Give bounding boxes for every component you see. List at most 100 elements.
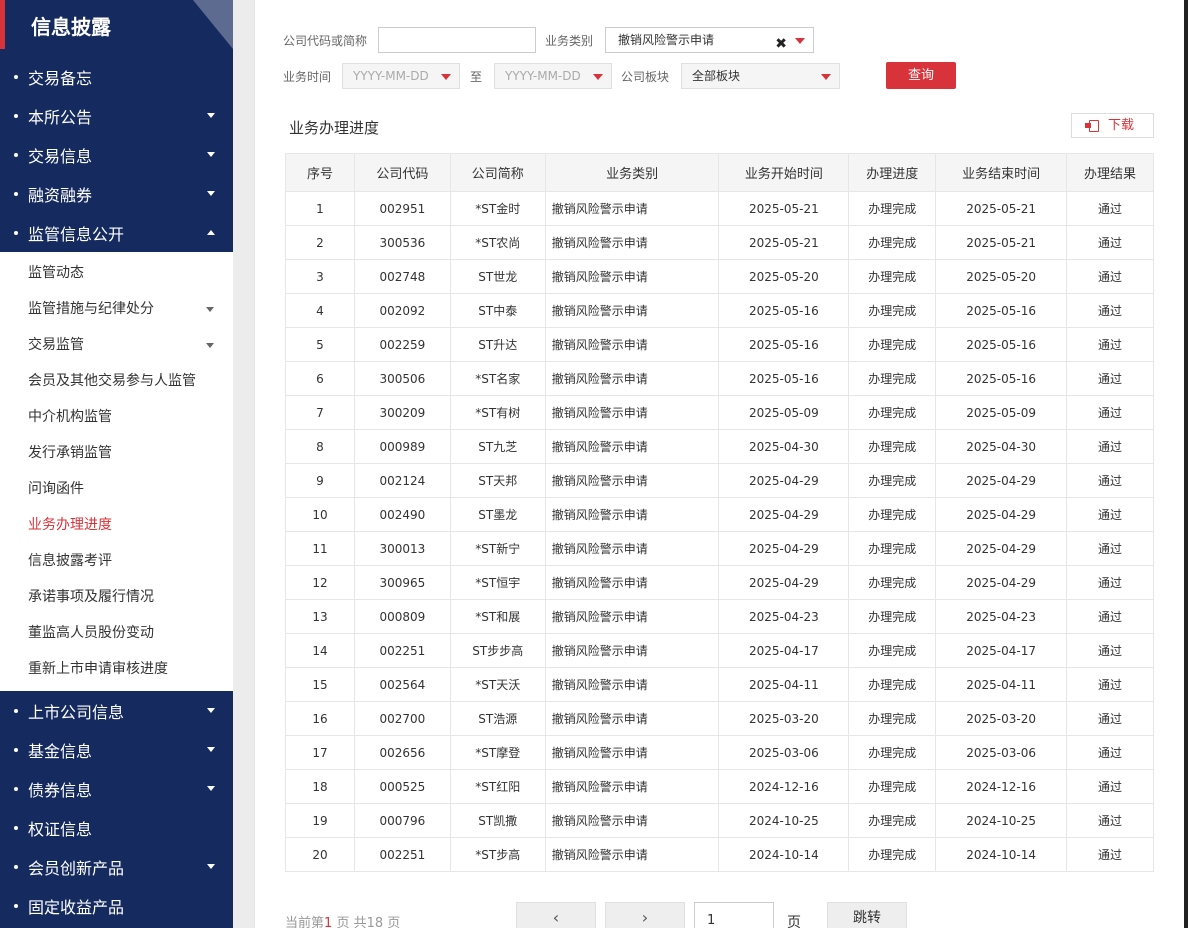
download-button[interactable]: 下载 [1071,113,1154,138]
next-page-button[interactable]: › [605,902,685,928]
table-header-row: 序号 公司代码 公司简称 业务类别 业务开始时间 办理进度 业务结束时间 办理结果 [285,153,1154,192]
table-cell: *ST有树 [449,395,546,430]
table-cell: 办理完成 [848,769,937,804]
sidebar-item[interactable]: 本所公告 [0,96,233,135]
download-label: 下载 [1108,118,1135,133]
sidebar-item[interactable]: 会员创新产品 [0,847,233,886]
table-cell: 2024-10-14 [718,837,850,872]
chevron-down-icon [207,152,215,157]
sidebar-subitem[interactable]: 董监高人员股份变动 [0,615,233,651]
clear-icon[interactable]: ✖ [775,32,787,56]
company-input[interactable] [378,27,536,53]
date-from-select[interactable]: YYYY-MM-DD [342,63,460,89]
bullet-icon [14,191,18,196]
sidebar-item-label: 权证信息 [28,819,93,839]
window-edge [1184,0,1188,928]
sidebar-subitem[interactable]: 承诺事项及履行情况 [0,579,233,615]
sidebar-subitem[interactable]: 会员及其他交易参与人监管 [0,363,233,399]
table-cell: 办理完成 [848,803,937,838]
jump-button[interactable]: 跳转 [827,902,907,928]
table-cell: 通过 [1066,395,1154,430]
table-row: 1 002951 *ST金时 撤销风险警示申请 2025-05-21 办理完成 2025-0… [285,191,1154,226]
table-cell: 2025-04-11 [935,667,1068,702]
sidebar-subitem[interactable]: 业务办理进度 [0,507,233,543]
table-row: 2 300536 *ST农尚 撤销风险警示申请 2025-05-21 办理完成 2025-0… [285,225,1154,260]
sidebar-item[interactable]: 交易备忘 [0,57,233,96]
table-cell: 2025-04-11 [718,667,850,702]
sidebar-subitem[interactable]: 中介机构监管 [0,399,233,435]
sidebar-item[interactable]: 上市公司信息 [0,691,233,730]
sidebar-item[interactable]: 监管信息公开 [0,213,233,252]
table-cell: *ST新宁 [449,531,546,566]
table-cell: 撤销风险警示申请 [544,769,720,804]
table-cell: 2025-05-16 [935,293,1068,328]
current-page: 1 [324,916,333,928]
section-title: 业务办理进度 [289,119,380,137]
pagination: 当前第1 页 共18 页 ‹ › 1 页 跳转 [285,902,1165,928]
table-cell: 撤销风险警示申请 [544,361,720,396]
table-cell: 2025-05-21 [935,225,1068,260]
sidebar-subitem[interactable]: 信息披露考评 [0,543,233,579]
table-cell: 通过 [1066,361,1154,396]
chevron-down-icon [207,786,215,791]
sidebar-subitem[interactable]: 问询函件 [0,471,233,507]
sidebar-subitem[interactable]: 重新上市申请审核进度 [0,651,233,687]
table-cell: 2025-04-30 [718,429,850,464]
table-cell: 通过 [1066,497,1154,532]
date-to-select[interactable]: YYYY-MM-DD [494,63,612,89]
sidebar-subitem[interactable]: 交易监管 [0,327,233,363]
page-root: 信息披露 交易备忘 本所公告 交易信息 融资融券 监管信息公开 监管动态 监管措施与纪律处分… [0,0,1188,928]
table-cell: 通过 [1066,293,1154,328]
table-cell: 通过 [1066,531,1154,566]
type-label: 业务类别 [545,34,594,48]
file-icon [1085,120,1099,132]
sidebar-item[interactable]: 交易信息 [0,135,233,174]
table-cell: 2025-04-29 [935,531,1068,566]
table-cell: 撤销风险警示申请 [544,293,720,328]
sidebar-subitem[interactable]: 监管动态 [0,255,233,291]
table-cell: 撤销风险警示申请 [544,225,720,260]
sidebar-item[interactable]: 基金信息 [0,730,233,769]
table-cell: 000525 [353,769,451,804]
table-cell: 002092 [353,293,451,328]
table-cell: 15 [285,667,355,702]
table-cell: *ST摩登 [449,735,546,770]
dropdown-arrow-icon [795,38,805,44]
board-select[interactable]: 全部板块 [681,63,840,89]
sidebar-item[interactable]: 债券信息 [0,769,233,808]
board-select-value: 全部板块 [692,69,741,83]
table-cell: *ST天沃 [449,667,546,702]
table-cell: 撤销风险警示申请 [544,395,720,430]
bullet-icon [14,786,18,791]
total-pages: 18 [366,916,384,928]
sidebar-subitem[interactable]: 发行承销监管 [0,435,233,471]
table-cell: 5 [285,327,355,362]
table-cell: 11 [285,531,355,566]
page-number-input[interactable]: 1 [694,902,774,928]
table-cell: 撤销风险警示申请 [544,531,720,566]
table-cell: 16 [285,701,355,736]
sidebar-subitem[interactable]: 监管措施与纪律处分 [0,291,233,327]
table-cell: 002251 [353,633,451,668]
prev-page-button[interactable]: ‹ [516,902,596,928]
page-info-prefix: 当前第 [285,916,325,928]
table-cell: 10 [285,497,355,532]
table-cell: 300965 [353,565,451,600]
table-cell: 通过 [1066,837,1154,872]
table-cell: 2025-03-20 [718,701,850,736]
table-cell: 通过 [1066,667,1154,702]
sidebar-item[interactable]: 融资融券 [0,174,233,213]
table-cell: *ST步高 [449,837,546,872]
table-cell: 8 [285,429,355,464]
sidebar-item[interactable]: 固定收益产品 [0,886,233,925]
table-cell: 办理完成 [848,565,937,600]
query-button[interactable]: 查询 [886,62,956,89]
date-to-placeholder: YYYY-MM-DD [505,69,581,83]
table-cell: 通过 [1066,565,1154,600]
sidebar-item[interactable]: 权证信息 [0,808,233,847]
table-cell: 2025-04-29 [718,463,850,498]
table-cell: 17 [285,735,355,770]
column-header: 办理结果 [1066,153,1154,192]
table-cell: 撤销风险警示申请 [544,429,720,464]
type-select[interactable]: 撤销风险警示申请 ✖ [605,27,814,53]
